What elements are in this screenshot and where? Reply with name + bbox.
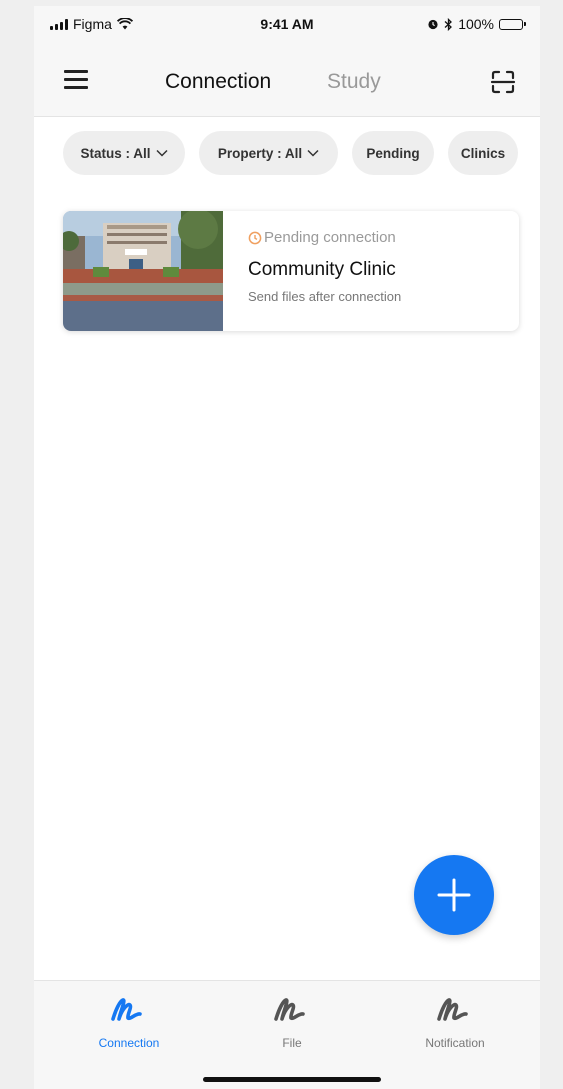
bottom-nav: Connection File Notification xyxy=(34,980,540,1089)
connection-card[interactable]: Pending connection Community Clinic Send… xyxy=(63,211,519,331)
connection-icon xyxy=(111,998,142,1021)
tab-connection[interactable]: Connection xyxy=(165,70,271,94)
clock-icon xyxy=(248,231,262,244)
card-status-label: Pending connection xyxy=(264,229,396,246)
file-icon xyxy=(274,998,305,1021)
filter-chips: Status : All Property : All Pending Clin… xyxy=(63,131,518,175)
filter-clinics[interactable]: Clinics xyxy=(448,131,518,175)
filter-status[interactable]: Status : All xyxy=(63,131,185,175)
notification-icon xyxy=(437,998,468,1021)
nav-file[interactable]: File xyxy=(237,995,347,1050)
battery-icon xyxy=(499,18,526,30)
clinic-photo xyxy=(63,211,223,331)
filter-status-label: Status : All xyxy=(80,145,151,161)
filter-pending[interactable]: Pending xyxy=(352,131,434,175)
bluetooth-icon xyxy=(444,17,453,31)
nav-connection[interactable]: Connection xyxy=(74,995,184,1050)
card-body: Pending connection Community Clinic Send… xyxy=(248,229,401,304)
nav-notification[interactable]: Notification xyxy=(400,995,510,1050)
card-status: Pending connection xyxy=(248,229,401,246)
filter-clinics-label: Clinics xyxy=(460,145,506,161)
header: Connection Study xyxy=(34,46,540,117)
nav-connection-label: Connection xyxy=(98,1036,160,1050)
plus-icon xyxy=(437,878,471,912)
tab-study[interactable]: Study xyxy=(327,70,381,94)
nav-notification-label: Notification xyxy=(425,1036,485,1050)
status-bar: Figma 9:41 AM 100% xyxy=(34,6,540,46)
phone-screen: Figma 9:41 AM 100% Connection Study Stat… xyxy=(34,6,540,1089)
alarm-icon xyxy=(428,19,438,30)
hamburger-menu-icon[interactable] xyxy=(64,68,90,90)
chevron-down-icon xyxy=(155,149,168,157)
home-indicator[interactable] xyxy=(203,1077,381,1082)
status-right: 100% xyxy=(427,16,526,32)
nav-file-label: File xyxy=(282,1036,302,1050)
chevron-down-icon xyxy=(307,149,319,157)
filter-property[interactable]: Property : All xyxy=(199,131,338,175)
filter-pending-label: Pending xyxy=(366,145,420,161)
scan-icon[interactable] xyxy=(490,70,516,94)
battery-percent: 100% xyxy=(458,16,494,32)
card-subtitle: Send files after connection xyxy=(248,289,402,304)
filter-property-label: Property : All xyxy=(217,145,303,161)
card-title: Community Clinic xyxy=(248,259,396,280)
add-connection-button[interactable] xyxy=(414,855,494,935)
